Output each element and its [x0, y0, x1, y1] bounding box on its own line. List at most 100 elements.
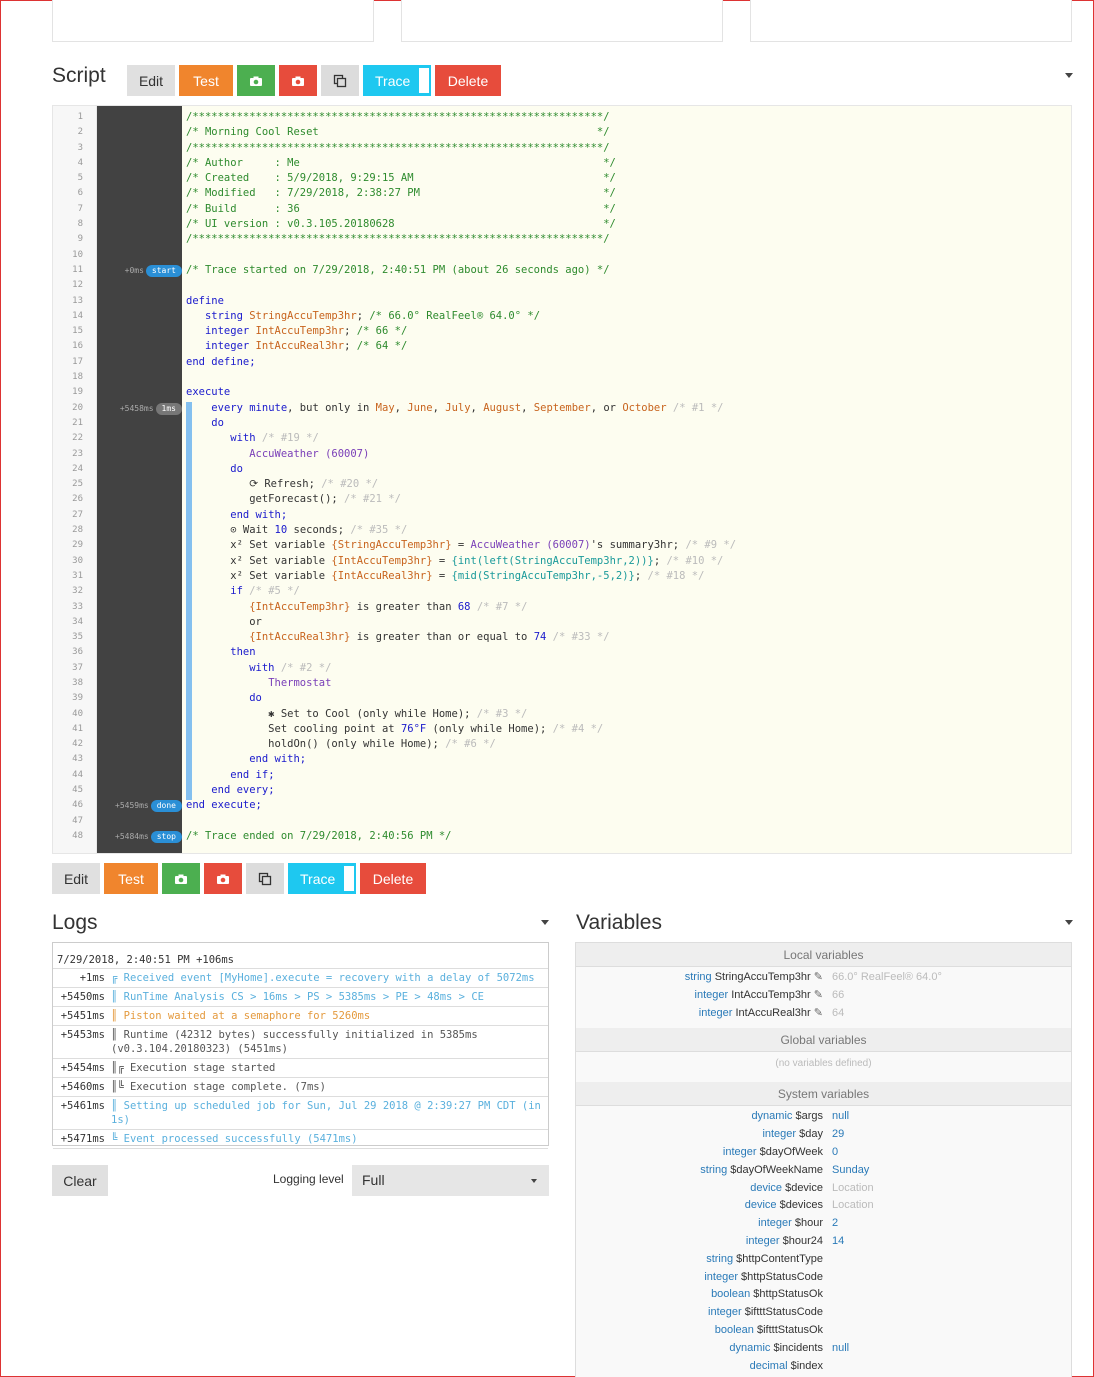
log-session-header: 7/29/2018, 2:40:51 PM +106ms [53, 943, 548, 969]
line-number: 5 [77, 173, 83, 184]
variables-collapse-icon[interactable] [1065, 920, 1073, 925]
variable-type: integer IntAccuTemp3hr ✎ [695, 987, 823, 1005]
code-lines: 1 /**************************************… [53, 110, 1071, 844]
test-button-bottom[interactable]: Test [104, 863, 158, 894]
trace-toggle-knob [344, 866, 354, 891]
duplicate-button-bottom[interactable] [246, 863, 284, 894]
line-number: 43 [72, 754, 83, 765]
variable-type: boolean $iftttStatusOk [715, 1322, 823, 1340]
variable-type-label: device [750, 1181, 786, 1194]
code-token: /* Morning Cool Reset */ [186, 126, 610, 139]
variable-value: null [832, 1110, 850, 1123]
line-number: 28 [72, 525, 83, 536]
code-token: 10 [274, 524, 288, 537]
camera-icon [217, 874, 229, 884]
code-token: then [230, 646, 256, 659]
log-entry: +5471ms ╚ Event processed successfully (5… [53, 1130, 548, 1149]
variable-row: device $devices Location [576, 1197, 1071, 1215]
variable-type: integer $hour24 [746, 1233, 823, 1251]
code-text: holdOn() (only while Home); /* #6 */ [186, 737, 496, 752]
variable-name: $httpStatusOk [753, 1288, 823, 1301]
test-button[interactable]: Test [179, 65, 233, 96]
code-line: 18 [53, 370, 1071, 385]
line-number: 47 [72, 815, 83, 826]
code-text: or [186, 615, 262, 630]
trace-timing: +0ms start [97, 263, 182, 278]
line-number: 1 [77, 112, 83, 122]
code-token: summary3hr [609, 539, 673, 552]
code-token: {IntAccuReal3hr} [249, 631, 351, 644]
code-token: /***************************************… [186, 111, 610, 123]
code-line: 46 +5459ms done end execute; [53, 798, 1071, 813]
variable-row: dynamic $incidents null [576, 1340, 1071, 1358]
log-entry: +5454ms ║╔ Execution stage started [53, 1059, 548, 1078]
code-token: /* #20 */ [321, 478, 379, 491]
edit-button-bottom[interactable]: Edit [52, 863, 100, 894]
script-collapse-icon[interactable] [1065, 73, 1073, 78]
code-token: ⊙ Wait [186, 524, 275, 537]
code-token: /* #6 */ [445, 738, 496, 751]
variable-type-label: decimal [749, 1359, 791, 1372]
log-time: +5454ms [60, 1062, 105, 1074]
code-line: 4 /* Author : Me */ [53, 156, 1071, 171]
edit-icon[interactable]: ✎ [811, 989, 823, 1001]
variable-type: integer $day [762, 1126, 823, 1144]
line-number: 4 [77, 157, 83, 168]
delete-button[interactable]: Delete [435, 65, 501, 96]
code-token: May [375, 401, 395, 414]
code-token: is greater than or equal to [350, 631, 534, 644]
logging-level-select[interactable]: Full [352, 1165, 549, 1196]
logs-title: Logs [52, 911, 98, 934]
edit-icon[interactable]: ✎ [811, 1007, 823, 1019]
variable-row: integer $dayOfWeek 0 [576, 1144, 1071, 1162]
line-number: 23 [72, 448, 83, 459]
line-number: 45 [72, 785, 83, 796]
line-number: 33 [72, 601, 83, 612]
code-line: 16 integer IntAccuReal3hr; /* 64 */ [53, 339, 1071, 354]
variable-type: device $devices [745, 1197, 823, 1215]
edit-button[interactable]: Edit [127, 65, 175, 96]
system-variables-list: dynamic $args null integer $day 29 integer $… [576, 1106, 1071, 1375]
line-number: 40 [72, 708, 83, 719]
code-token: /* #33 */ [546, 631, 610, 644]
code-token: October [622, 401, 667, 414]
trace-toggle-knob [419, 68, 429, 93]
variable-type-label: integer [758, 1217, 795, 1230]
edit-icon[interactable]: ✎ [811, 971, 823, 983]
delete-button-bottom[interactable]: Delete [360, 863, 426, 894]
code-line: 29 x² Set variable {StringAccuTemp3hr} =… [53, 538, 1071, 553]
logs-collapse-icon[interactable] [541, 920, 549, 925]
snapshot-button[interactable] [237, 65, 275, 96]
code-token: x² Set variable [186, 539, 332, 552]
snapshot-button-bottom[interactable] [162, 863, 200, 894]
code-line: 8 /* UI version : v0.3.105.20180628 */ [53, 217, 1071, 232]
snapshot-anon-button[interactable] [279, 65, 317, 96]
trace-toggle[interactable]: Trace [363, 65, 431, 96]
log-time: +5471ms [60, 1133, 105, 1145]
trace-toggle-bottom[interactable]: Trace [288, 863, 356, 894]
code-token: with [230, 432, 256, 445]
code-token: /* #21 */ [344, 493, 401, 506]
code-token: /* #1 */ [666, 401, 724, 414]
variable-name: $hour24 [782, 1234, 823, 1247]
line-number: 30 [72, 555, 83, 566]
code-token: do [211, 416, 224, 429]
code-token: /* #3 */ [476, 707, 528, 720]
snapshot-anon-button-bottom[interactable] [204, 863, 242, 894]
code-token: ; [672, 539, 686, 552]
variable-row: decimal $index [576, 1358, 1071, 1376]
trace-pill: 1ms [155, 402, 182, 415]
variables-title: Variables [576, 911, 662, 934]
code-token: (only while Home); [426, 722, 553, 735]
duplicate-button[interactable] [321, 65, 359, 96]
variable-type: boolean $httpStatusOk [711, 1286, 823, 1304]
clear-logs-button[interactable]: Clear [52, 1165, 108, 1196]
code-token: /* #18 */ [647, 569, 705, 582]
line-number: 11 [72, 264, 83, 275]
code-text: /* Author : Me */ [186, 156, 616, 171]
